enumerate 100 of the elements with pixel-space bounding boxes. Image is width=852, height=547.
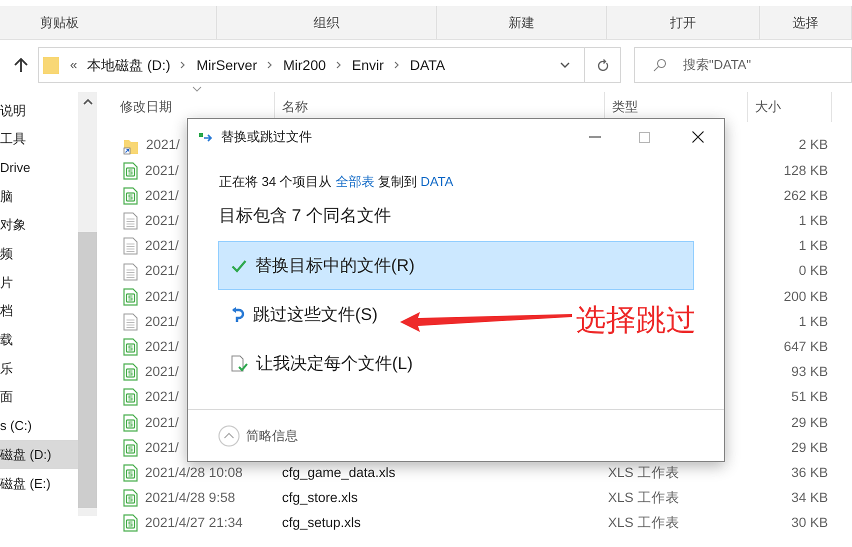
overflow-chevrons[interactable]: «: [70, 55, 78, 75]
file-size: 1 KB: [798, 314, 828, 329]
file-size: 647 KB: [784, 338, 828, 354]
ribbon-group-label: 选择: [792, 14, 818, 32]
file-size: 128 KB: [784, 162, 828, 178]
chevron-down-icon[interactable]: [560, 62, 570, 68]
chevron-right-icon[interactable]: [180, 61, 186, 69]
file-size: 36 KB: [791, 464, 828, 480]
file-date: 2021/4/27 21:34: [145, 514, 243, 532]
file-date: 2021/: [146, 136, 180, 154]
file-type: XLS 工作表: [608, 464, 680, 480]
breadcrumb[interactable]: MirServer: [196, 54, 258, 76]
document-icon: [123, 237, 138, 256]
file-size: 1 KB: [798, 238, 828, 254]
file-date: 2021/: [145, 212, 179, 230]
spreadsheet-icon: [123, 162, 138, 180]
spreadsheet-icon: [123, 363, 138, 382]
document-icon: [123, 312, 138, 331]
file-date: 2021/: [145, 237, 179, 256]
file-size: 93 KB: [791, 364, 828, 380]
annotation-text: 选择跳过: [576, 303, 696, 339]
folder-link[interactable]: DATA: [420, 174, 454, 189]
breadcrumb[interactable]: Envir: [352, 54, 384, 76]
sidebar-item[interactable]: 磁盘 (D:): [0, 440, 78, 469]
file-date: 2021/: [145, 312, 179, 331]
file-size: 262 KB: [784, 188, 828, 203]
scrollbar[interactable]: [78, 92, 97, 516]
file-date: 2021/: [145, 162, 179, 180]
chevron-right-icon[interactable]: [267, 61, 274, 69]
ribbon-group-label: 打开: [670, 14, 696, 32]
breadcrumb[interactable]: DATA: [410, 54, 446, 76]
file-size: 200 KB: [784, 288, 828, 304]
search-icon: [653, 58, 667, 72]
option-button[interactable]: 替换目标中的文件(R): [218, 241, 694, 290]
file-date: 2021/4/28 10:08: [145, 464, 243, 482]
file-size: 0 KB: [798, 263, 828, 278]
file-size: 34 KB: [791, 490, 828, 506]
chevron-up-circle-icon: [218, 424, 240, 446]
spreadsheet-icon: [123, 338, 138, 356]
breadcrumb[interactable]: 本地磁盘 (D:): [87, 54, 170, 76]
file-name: cfg_game_data.xls: [282, 464, 396, 480]
ribbon-group-label: 剪贴板: [40, 14, 79, 32]
folder-link[interactable]: 全部表: [335, 174, 374, 189]
sidebar-item[interactable]: 载: [0, 326, 78, 354]
sidebar-item[interactable]: 对象: [0, 210, 78, 240]
file-size: 29 KB: [791, 414, 828, 430]
file-size: 29 KB: [791, 440, 828, 455]
file-date: 2021/4/28 9:58: [145, 489, 236, 508]
file-name: cfg_setup.xls: [282, 515, 361, 530]
spreadsheet-icon: [123, 288, 138, 306]
close-icon[interactable]: [692, 131, 704, 143]
breadcrumb[interactable]: Mir200: [283, 54, 326, 76]
file-date: 2021/: [145, 388, 179, 406]
spreadsheet-icon: [123, 514, 138, 532]
ribbon-group-label: 组织: [314, 14, 340, 32]
minimize-icon[interactable]: [589, 136, 601, 138]
sidebar-item[interactable]: 频: [0, 239, 78, 268]
ribbon-group-label: 新建: [508, 14, 534, 32]
refresh-button[interactable]: [585, 47, 621, 83]
details-toggle[interactable]: 简略信息: [218, 424, 298, 446]
dialog-heading: 目标包含 7 个同名文件: [219, 204, 392, 226]
sort-chevron-icon: [192, 86, 202, 92]
column-header[interactable]: 大小: [748, 92, 832, 122]
copy-arrow-icon: [199, 132, 215, 142]
sidebar-item[interactable]: 面: [0, 382, 78, 412]
sidebar-item[interactable]: 工具: [0, 124, 78, 154]
search-field[interactable]: 搜索"DATA": [634, 47, 852, 83]
sidebar-item[interactable]: s (C:): [0, 412, 78, 440]
file-date: 2021/: [145, 338, 179, 356]
scroll-thumb[interactable]: [78, 232, 97, 508]
spreadsheet-icon: [123, 388, 138, 406]
sidebar-item[interactable]: 脑: [0, 182, 78, 211]
file-size: 1 KB: [798, 213, 828, 228]
sidebar-item[interactable]: 说明: [0, 96, 78, 125]
file-size: 51 KB: [791, 389, 828, 404]
document-icon: [123, 212, 138, 230]
curved-arrow-icon: [231, 306, 245, 322]
sidebar-item[interactable]: Drive: [0, 153, 78, 182]
address-bar[interactable]: « 本地磁盘 (D:) MirServer Mir200 Envir DATA: [38, 47, 585, 83]
chevron-right-icon[interactable]: [336, 61, 342, 69]
refresh-icon: [596, 58, 608, 72]
file-size: 30 KB: [791, 515, 828, 530]
document-check-icon: [231, 354, 248, 372]
sidebar-item[interactable]: 档: [0, 296, 78, 326]
chevron-right-icon[interactable]: [394, 61, 400, 69]
checkmark-icon: [231, 258, 247, 272]
file-type: XLS 工作表: [608, 515, 680, 530]
scroll-up-icon[interactable]: [83, 98, 93, 105]
document-icon: [123, 262, 138, 281]
option-button[interactable]: 让我决定每个文件(L): [218, 339, 694, 388]
sidebar-item[interactable]: 乐: [0, 354, 78, 383]
up-arrow-icon[interactable]: [14, 57, 28, 73]
file-date: 2021/: [145, 414, 179, 432]
sidebar-item[interactable]: 磁盘 (E:): [0, 468, 78, 498]
spreadsheet-icon: [123, 438, 138, 457]
sidebar-item[interactable]: 片: [0, 268, 78, 297]
copy-status: 正在将 34 个项目从 全部表 复制到 DATA: [219, 173, 454, 191]
spreadsheet-icon: [123, 414, 138, 432]
spreadsheet-icon: [123, 489, 138, 508]
file-size: 2 KB: [798, 137, 828, 152]
